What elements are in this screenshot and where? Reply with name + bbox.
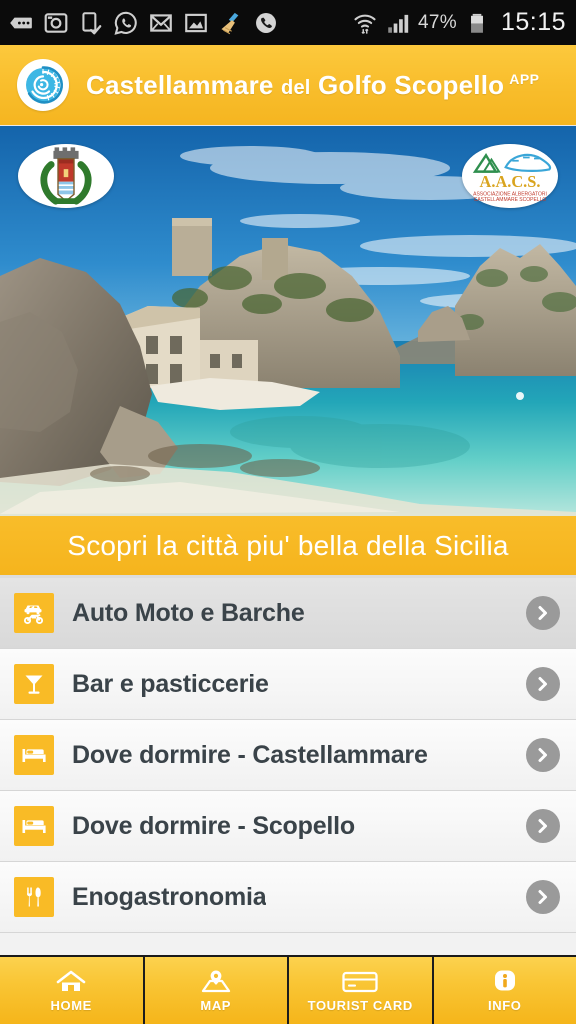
battery-percent-label: 47% — [418, 11, 457, 33]
nav-label-home: HOME — [50, 997, 92, 1013]
fork-knife-icon — [26, 887, 41, 907]
status-bar-notification-icons — [8, 10, 279, 36]
app-title-rest: Golfo Scopello — [317, 69, 505, 100]
chevron-right-icon[interactable] — [526, 738, 560, 772]
app-title-sup: APP — [509, 70, 540, 87]
hero-image: A.A.C.S. ASSOCIAZIONE ALBERGATORI CASTEL… — [0, 126, 576, 516]
aacs-logo-icon: A.A.C.S. ASSOCIAZIONE ALBERGATORI CASTEL… — [472, 153, 552, 203]
chevron-glyph — [538, 890, 547, 904]
nav-label-map: MAP — [200, 997, 232, 1013]
sms-message-icon — [10, 17, 32, 28]
list-item-label: Enogastronomia — [72, 882, 267, 911]
list-item[interactable]: Bar e pasticcerie — [0, 649, 576, 720]
nav-label-tourist-card: TOURIST CARD — [307, 997, 413, 1013]
list-item[interactable]: Dove dormire - Scopello — [0, 791, 576, 862]
spiral-shell-logo-icon — [22, 64, 64, 106]
list-item-label: Auto Moto e Barche — [72, 598, 305, 627]
app-logo[interactable] — [17, 59, 69, 111]
status-bar-system-icons: 47% 15:15 — [352, 8, 566, 37]
nav-item-map[interactable]: MAP — [145, 957, 289, 1024]
clock-label: 15:15 — [500, 8, 566, 36]
nav-item-info[interactable]: INFO — [434, 957, 576, 1024]
map-pin-icon — [201, 970, 230, 992]
list-item[interactable]: Enogastronomia — [0, 862, 576, 933]
gmail-icon — [150, 13, 172, 32]
chevron-glyph — [538, 606, 547, 620]
gallery-photo-icon — [185, 13, 207, 32]
chevron-right-icon[interactable] — [526, 596, 560, 630]
nav-item-tourist-card[interactable]: TOURIST CARD — [289, 957, 434, 1024]
row-icon — [14, 806, 54, 846]
phone-download-icon — [82, 11, 102, 34]
cocktail-glass-icon — [25, 675, 43, 694]
phone-call-icon — [256, 12, 276, 33]
comune-coat-of-arms-badge — [18, 144, 114, 208]
credit-card-icon — [342, 971, 378, 992]
chevron-glyph — [538, 677, 547, 691]
row-icon — [14, 735, 54, 775]
nav-item-home[interactable]: HOME — [0, 957, 145, 1024]
list-item-label: Bar e pasticcerie — [72, 669, 269, 698]
nav-label-info: INFO — [488, 997, 522, 1013]
battery-icon — [470, 13, 483, 33]
list-item[interactable]: Dove dormire - Castellammare — [0, 720, 576, 791]
app-title: Castellammare del Golfo Scopello APP — [86, 70, 540, 101]
list-item[interactable]: Auto Moto e Barche — [0, 578, 576, 649]
list-item-label: Dove dormire - Castellammare — [72, 740, 428, 769]
bottom-navigation-bar: HOME MAP TOURIST CARD INFO — [0, 955, 576, 1024]
aacs-association-badge: A.A.C.S. ASSOCIAZIONE ALBERGATORI CASTEL… — [462, 144, 558, 208]
instagram-camera-icon — [44, 12, 68, 33]
row-icon — [14, 664, 54, 704]
chevron-glyph — [538, 819, 547, 833]
row-icon — [14, 877, 54, 917]
list-item-label: Dove dormire - Scopello — [72, 811, 355, 840]
app-title-main: Castellammare — [86, 69, 274, 100]
app-header: Castellammare del Golfo Scopello APP — [0, 45, 576, 126]
chevron-right-icon[interactable] — [526, 809, 560, 843]
app-root: 47% 15:15 Castellammare del Golfo Scopel… — [0, 0, 576, 1024]
status-bar: 47% 15:15 — [0, 0, 576, 45]
chevron-right-icon[interactable] — [526, 667, 560, 701]
broom-cleaner-icon — [221, 12, 239, 34]
bed-icon — [22, 820, 46, 833]
wifi-signal-icon — [354, 14, 376, 34]
info-circle-icon — [494, 970, 515, 990]
whatsapp-icon — [114, 11, 137, 35]
app-title-del: del — [281, 76, 311, 99]
row-icon — [14, 593, 54, 633]
category-list: Auto Moto e Barche Bar e pasticcerie Dov… — [0, 578, 576, 955]
tagline-banner: Scopri la città piu' bella della Sicilia — [0, 516, 576, 578]
coat-of-arms-icon — [40, 147, 92, 205]
svg-text:CASTELLAMMARE SCOPELLO: CASTELLAMMARE SCOPELLO — [474, 197, 547, 203]
chevron-right-icon[interactable] — [526, 880, 560, 914]
bed-icon — [22, 749, 46, 762]
home-icon — [56, 970, 86, 991]
cellular-signal-icon — [388, 14, 409, 33]
car-scooter-icon — [23, 605, 44, 625]
svg-text:A.A.C.S.: A.A.C.S. — [480, 172, 541, 191]
chevron-glyph — [538, 748, 547, 762]
